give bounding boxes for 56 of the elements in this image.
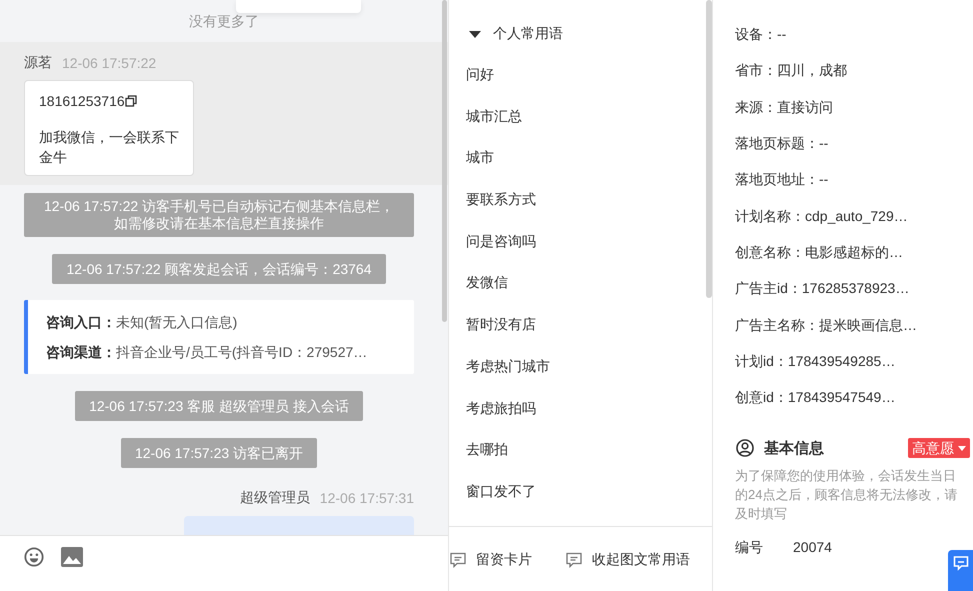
phrase-group-header[interactable]: 个人常用语 [466, 22, 563, 46]
phrase-item[interactable]: 去哪拍 [466, 437, 508, 462]
field-value: 20074 [793, 539, 832, 558]
phrase-item[interactable]: 问是咨询吗 [466, 228, 536, 253]
emoji-icon[interactable] [23, 546, 45, 566]
sender-name: 源茗 [24, 54, 52, 72]
info-field: 计划名称：cdp_auto_729… [735, 197, 908, 234]
message-time: 12-06 17:57:31 [320, 490, 414, 506]
message-icon [450, 552, 466, 568]
hint-text: 为了保障您的使用体验，会话发生当日的24点之后，顾客信息将无法修改，请及时填写 [735, 467, 958, 524]
phrase-item[interactable]: 暂时没有店 [466, 312, 536, 336]
footer-link[interactable]: 留资卡片 [450, 551, 532, 569]
system-notice: 12-06 17:57:23 访客已离开 [120, 438, 318, 468]
footer-link[interactable]: 收起图文常用语 [566, 551, 690, 569]
phrase-item[interactable]: 考虑热门城市 [466, 354, 550, 378]
info-field: 设备：-- [735, 16, 786, 52]
field-label: 编号 [735, 539, 763, 558]
caret-icon [958, 446, 966, 451]
phrase-item[interactable]: 考虑旅拍吗 [466, 396, 536, 420]
history-end-label: 没有更多了 [189, 12, 259, 31]
phone-number: 18161253716 [39, 93, 125, 109]
user-icon [736, 439, 754, 458]
field-value: 未知(暂无入口信息) [116, 314, 238, 330]
phrase-item[interactable]: 城市 [466, 145, 494, 170]
system-notice: 12-06 17:57:23 客服 超级管理员 接入会话 [75, 391, 363, 421]
image-icon[interactable] [61, 546, 83, 566]
copy-icon[interactable] [124, 95, 137, 107]
info-field: 创意id：178439547549… [735, 378, 896, 416]
info-field: 落地页标题：-- [735, 124, 828, 162]
field-label: 咨询渠道： [46, 344, 116, 360]
info-field: 落地页地址：-- [735, 161, 828, 198]
scrollbar[interactable] [442, 0, 447, 322]
section-title: 基本信息 [764, 438, 824, 458]
phrase-item[interactable]: 城市汇总 [466, 104, 522, 128]
phrase-item[interactable]: 窗口发不了 [466, 478, 536, 503]
chat-icon [952, 555, 968, 571]
chat-float-button[interactable] [948, 550, 973, 591]
phrase-item[interactable]: 问好 [466, 62, 494, 86]
info-field: 计划id：178439549285… [735, 342, 896, 379]
message-icon [566, 552, 582, 568]
scrollbar[interactable] [706, 0, 712, 298]
info-field: 广告主id：176285378923… [735, 270, 910, 306]
phrase-item[interactable]: 发微信 [466, 270, 508, 294]
field-value: 抖音企业号/员工号(抖音号ID：279527… [116, 344, 368, 360]
info-field: 来源：直接访问 [735, 88, 833, 125]
intent-dropdown[interactable]: 高意愿 [908, 438, 970, 458]
system-notice: 12-06 17:57:22 访客手机号已自动标记右侧基本信息栏，如需修改请在基本信息栏直接操作 [24, 193, 414, 237]
system-notice: 12-06 17:57:22 顾客发起会话，会话编号：23764 [52, 254, 386, 284]
phrase-item[interactable]: 要联系方式 [466, 187, 536, 212]
field-label: 咨询入口： [46, 314, 116, 330]
info-field: 省市：四川，成都 [735, 52, 847, 89]
info-field: 广告主名称：提米映画信息… [735, 306, 917, 343]
message-time: 12-06 17:57:22 [62, 55, 156, 71]
sender-name: 超级管理员 [240, 489, 310, 507]
message-text: 加我微信，一会联系下金牛 [39, 128, 180, 167]
info-field: 创意名称：电影感超标的… [735, 234, 903, 270]
